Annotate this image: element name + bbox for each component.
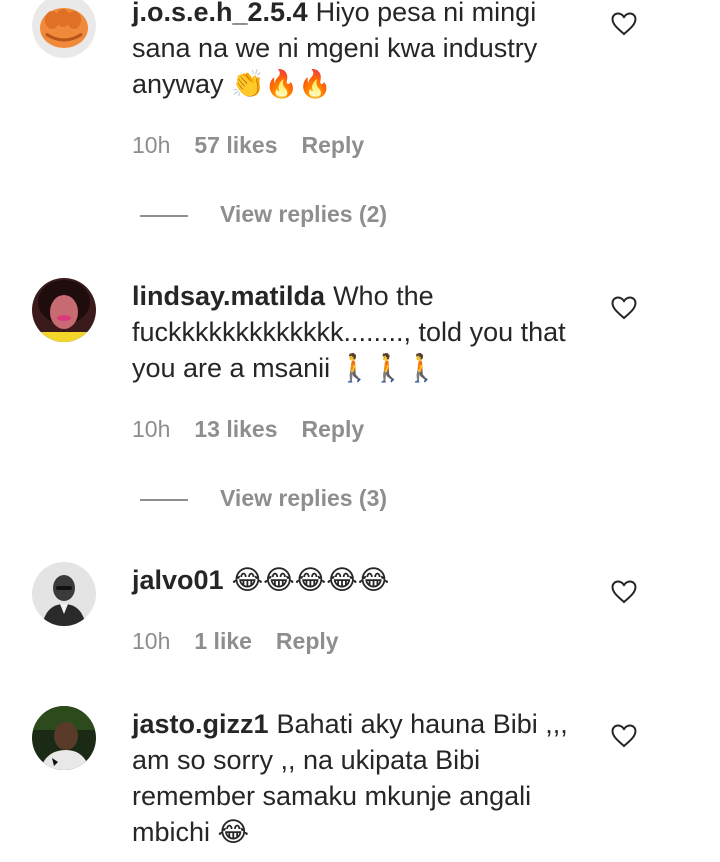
comment-username[interactable]: lindsay.matilda <box>132 281 325 311</box>
replies-divider <box>140 214 188 217</box>
view-replies-button[interactable]: View replies (3) <box>140 485 387 512</box>
comment-time: 10h <box>132 628 171 654</box>
replies-divider <box>140 498 188 501</box>
comment-username[interactable]: jalvo01 <box>132 565 224 595</box>
comment-text: jasto.gizz1 Bahati aky hauna Bibi ,,, am … <box>132 706 582 850</box>
reply-button[interactable]: Reply <box>276 628 339 654</box>
comment-meta: 10h 13 likes Reply <box>132 416 388 443</box>
comment-time: 10h <box>132 416 171 442</box>
comment-likes[interactable]: 13 likes <box>194 416 277 442</box>
comment-text: jalvo01 😂😂😂😂😂 <box>132 562 582 598</box>
comment-likes[interactable]: 57 likes <box>194 132 277 158</box>
comment-meta: 10h 1 like Reply <box>132 628 363 655</box>
comment-text: lindsay.matilda Who the fuckkkkkkkkkkkkk.… <box>132 278 582 386</box>
comment-username[interactable]: jasto.gizz1 <box>132 709 269 739</box>
view-replies-label[interactable]: View replies (3) <box>220 485 387 511</box>
reply-button[interactable]: Reply <box>302 416 365 442</box>
profile-photo-avatar[interactable] <box>32 278 96 342</box>
view-replies-button[interactable]: View replies (2) <box>140 201 387 228</box>
heart-outline-icon[interactable] <box>611 296 637 320</box>
reply-button[interactable]: Reply <box>302 132 365 158</box>
comment-body: 😂😂😂😂😂 <box>231 565 390 595</box>
heart-outline-icon[interactable] <box>611 724 637 748</box>
heart-outline-icon[interactable] <box>611 12 637 36</box>
comment-username[interactable]: j.o.s.e.h_2.5.4 <box>132 0 308 27</box>
fist-avatar[interactable] <box>32 0 96 58</box>
comment-meta: 10h 57 likes Reply <box>132 132 388 159</box>
view-replies-label[interactable]: View replies (2) <box>220 201 387 227</box>
comment-time: 10h <box>132 132 171 158</box>
comment-likes[interactable]: 1 like <box>194 628 252 654</box>
comment-text: j.o.s.e.h_2.5.4 Hiyo pesa ni mingi sana n… <box>132 0 582 102</box>
bw-portrait-avatar[interactable] <box>32 562 96 626</box>
heart-outline-icon[interactable] <box>611 580 637 604</box>
tiktok-portrait-avatar[interactable] <box>32 706 96 770</box>
